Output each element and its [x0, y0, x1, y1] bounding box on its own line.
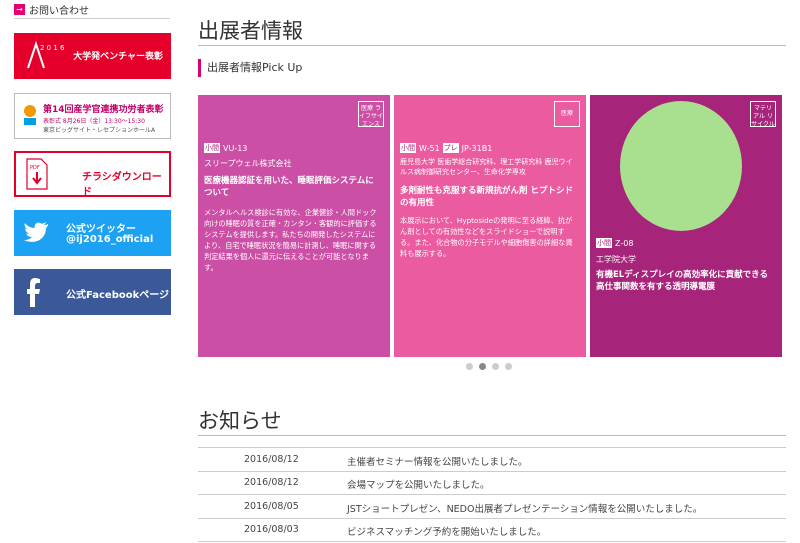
booth-number: 小間 W-51 プレ JP-31B1 — [400, 143, 492, 153]
news-item[interactable]: 2016/08/05 JSTショートプレゼン、NEDO出展者プレゼンテーション情… — [198, 495, 786, 519]
exhibitor-org: スリープウェル株式会社 — [204, 159, 292, 168]
news-text[interactable]: JSTショートプレゼン、NEDO出展者プレゼンテーション情報を公開いたしました。 — [347, 501, 702, 515]
news-date: 2016/08/03 — [244, 524, 299, 535]
exhibitor-card[interactable]: マテリアル リサイクル 小間 Z-08 工学院大学 有機ELディスプレイの高効率… — [590, 95, 782, 357]
carousel-dot[interactable] — [492, 363, 499, 370]
exhibitor-org: 工学院大学 — [596, 255, 636, 264]
divider — [14, 18, 170, 19]
booth-value: Z-08 — [615, 238, 634, 248]
carousel-pagination — [466, 363, 512, 370]
booth-key: 小間 — [400, 143, 416, 153]
twitter-handle: @ij2016_official — [66, 234, 154, 245]
news-item[interactable]: 2016/08/12 主催者セミナー情報を公開いたしました。 — [198, 447, 786, 472]
exhibitor-title: 医療機器認証を用いた、睡眠評価システムについて — [204, 176, 374, 198]
exhibitor-org: 鹿児島大学 医歯学総合研究科、理工学研究科 鹿児ウイルス病制御研究センター、生命… — [400, 158, 573, 176]
conference-logo-icon — [24, 105, 36, 125]
pdf-download-icon: PDF — [26, 158, 48, 190]
twitter-label: 公式ツイッター — [66, 224, 136, 235]
booth-value-2: JP-31B1 — [461, 143, 493, 153]
exhibitor-title: 有機ELディスプレイの高効率化に貢献できる高仕事関数を有する透明導電膜 — [596, 270, 768, 292]
contact-link[interactable]: → お問い合わせ — [14, 2, 89, 17]
sidebar: → お問い合わせ 2 0 1 6 大学発ベンチャー表彰 第14回産学官連携功労者… — [0, 0, 182, 543]
twitter-banner[interactable]: 公式ツイッター @ij2016_official — [14, 210, 171, 256]
conference-venue: 東京ビッグサイト・レセプションホールA — [43, 127, 156, 134]
facebook-f-icon — [27, 278, 40, 307]
news-date: 2016/08/05 — [244, 501, 299, 512]
carousel-dot[interactable] — [505, 363, 512, 370]
category-badge: 医療 — [554, 101, 580, 127]
flyer-download-banner[interactable]: PDF チラシダウンロード — [14, 151, 171, 198]
facebook-banner[interactable]: 公式Facebookページ — [14, 269, 171, 315]
award-label: 大学発ベンチャー表彰 — [73, 52, 163, 62]
award-year: 2 0 1 6 — [40, 44, 65, 52]
pickup-subtitle: 出展者情報Pick Up — [198, 59, 302, 77]
exhibitor-photo — [620, 101, 742, 231]
contact-label: お問い合わせ — [29, 6, 89, 17]
twitter-bird-icon — [24, 222, 48, 242]
divider — [198, 435, 786, 436]
category-badge: 医療 ライフサイエンス — [358, 101, 384, 128]
booth-key: 小間 — [204, 143, 220, 153]
conference-date: 表彰式 8月26日（金）13:30～15:30 — [43, 118, 145, 125]
news-text[interactable]: 会場マップを公開いたしました。 — [347, 477, 490, 491]
exhibitor-card[interactable]: 医療 小間 W-51 プレ JP-31B1 鹿児島大学 医歯学総合研究科、理工学… — [394, 95, 586, 357]
news-text[interactable]: 主催者セミナー情報を公開いたしました。 — [347, 454, 528, 468]
booth-key-2: プレ — [442, 143, 459, 153]
news-item[interactable]: 2016/08/12 会場マップを公開いたしました。 — [198, 471, 786, 495]
carousel-dot-active[interactable] — [479, 363, 486, 370]
exhibitor-card[interactable]: 医療 ライフサイエンス 小間 VU-13 スリープウェル株式会社 医療機器認証を… — [198, 95, 390, 357]
booth-key: 小間 — [596, 238, 612, 248]
exhibitor-section-title: 出展者情報 — [198, 19, 303, 43]
news-date: 2016/08/12 — [244, 477, 299, 488]
award-logo-icon: 2 0 1 6 — [27, 40, 65, 69]
facebook-label: 公式Facebookページ — [66, 290, 170, 301]
conference-banner[interactable]: 第14回産学官連携功労者表彰 表彰式 8月26日（金）13:30～15:30 東… — [14, 93, 171, 139]
divider — [198, 45, 786, 46]
booth-number: 小間 VU-13 — [204, 143, 247, 153]
exhibitor-description: メンタルヘルス検診に有効な、企業健診・人間ドック向けの睡眠の質を正確・カンタン・… — [204, 208, 377, 272]
category-badge: マテリアル リサイクル — [750, 101, 776, 128]
booth-value: VU-13 — [223, 143, 248, 153]
pdf-label: PDF — [30, 165, 40, 171]
exhibitor-description: 本展示において、Hyptosideの発明に至る経緯、抗がん剤としての有効性などを… — [400, 216, 573, 258]
conference-title: 第14回産学官連携功労者表彰 — [43, 105, 164, 115]
mail-icon: → — [14, 4, 25, 15]
news-date: 2016/08/12 — [244, 454, 299, 465]
booth-value: W-51 — [419, 143, 440, 153]
award-banner[interactable]: 2 0 1 6 大学発ベンチャー表彰 — [14, 33, 171, 79]
booth-number: 小間 Z-08 — [596, 238, 633, 248]
news-item[interactable]: 2016/08/03 ビジネスマッチング予約を開始いたしました。 — [198, 518, 786, 542]
flyer-label: チラシダウンロード — [82, 172, 162, 198]
news-text[interactable]: ビジネスマッチング予約を開始いたしました。 — [347, 524, 546, 538]
exhibitor-title: 多剤耐性も克服する新規抗がん剤 ヒプトシドの有用性 — [400, 186, 573, 208]
news-section-title: お知らせ — [198, 409, 282, 433]
carousel-dot[interactable] — [466, 363, 473, 370]
